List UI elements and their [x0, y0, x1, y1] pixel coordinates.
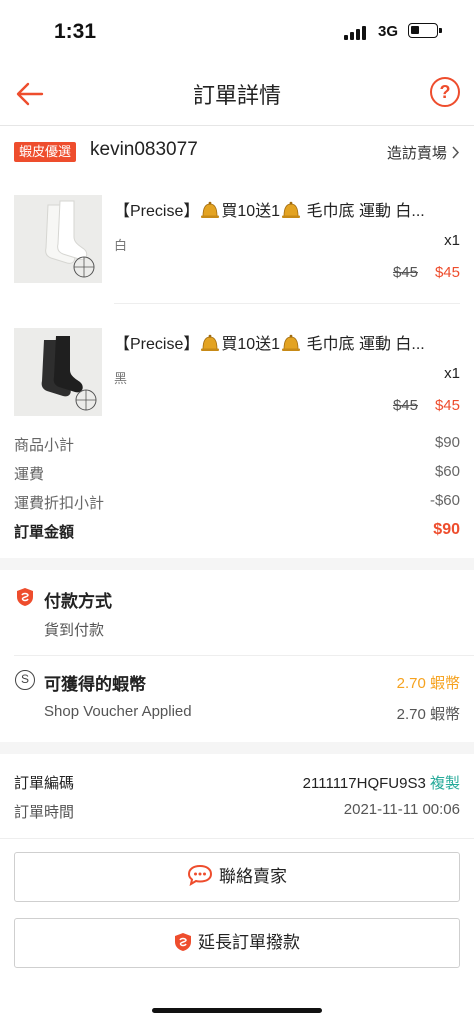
- total-value: $90: [433, 521, 460, 538]
- preferred-badge: 蝦皮優選: [14, 142, 77, 162]
- coins-title: 可獲得的蝦幣: [44, 675, 146, 694]
- bell-icon: [282, 201, 301, 218]
- contact-seller-button[interactable]: 聯絡賣家: [14, 852, 460, 902]
- bell-icon: [201, 201, 220, 218]
- product-variant: 白: [114, 238, 128, 253]
- payment-method: 貨到付款: [44, 622, 105, 639]
- shipping-row: 運費 $60: [0, 459, 474, 488]
- product-image: [14, 328, 102, 416]
- voucher-value: 2.70 蝦幣: [396, 706, 460, 723]
- subtotal-label: 商品小計: [14, 437, 75, 454]
- status-bar: 1:31 3G: [0, 0, 474, 62]
- divider: [114, 303, 460, 304]
- sale-price: $45: [434, 397, 460, 414]
- home-indicator[interactable]: [152, 1008, 322, 1013]
- order-id-row: 2111117HQFU9S3 複製: [303, 772, 460, 793]
- header: 訂單詳情 ?: [0, 62, 474, 126]
- coins-value: 2.70 蝦幣: [396, 675, 460, 692]
- product-variant: 黑: [114, 371, 128, 386]
- contact-seller-label: 聯絡賣家: [219, 867, 287, 886]
- product-title: 【Precise】 買10送1 毛巾底 運動 白...: [114, 334, 425, 353]
- section-gap: [0, 558, 474, 570]
- payment-title: 付款方式: [44, 592, 112, 611]
- shipping-value: $60: [434, 463, 460, 480]
- total-label: 訂單金額: [14, 524, 75, 541]
- extend-payout-button[interactable]: 延長訂單撥款: [14, 918, 460, 968]
- chevron-right-icon: [452, 146, 460, 159]
- shipping-discount-value: -$60: [429, 492, 460, 509]
- shipping-discount-label: 運費折扣小計: [14, 495, 105, 512]
- shopee-shield-icon: [17, 588, 33, 606]
- order-summary: 商品小計 $90 運費 $60 運費折扣小計 -$60 訂單金額 $90: [0, 430, 474, 546]
- shipping-discount-row: 運費折扣小計 -$60: [0, 488, 474, 517]
- order-time: 2021-11-11 00:06: [343, 801, 460, 818]
- original-price: $45: [392, 264, 418, 281]
- status-time: 1:31: [54, 20, 97, 43]
- visit-shop-label: 造訪賣場: [386, 145, 447, 162]
- product-quantity: x1: [444, 365, 460, 382]
- original-price: $45: [392, 397, 418, 414]
- subtotal-row: 商品小計 $90: [0, 430, 474, 459]
- coin-icon: S: [15, 670, 35, 690]
- bell-icon: [201, 334, 220, 351]
- page-title: 訂單詳情: [192, 83, 281, 108]
- shipping-label: 運費: [14, 466, 45, 483]
- voucher-label: Shop Voucher Applied: [44, 703, 192, 720]
- section-gap: [0, 742, 474, 754]
- subtotal-value: $90: [434, 434, 460, 451]
- signal-icon: [344, 26, 370, 40]
- sale-price: $45: [434, 264, 460, 281]
- order-id-label: 訂單編碼: [14, 775, 75, 792]
- order-id: 2111117HQFU9S3: [302, 775, 426, 792]
- help-icon[interactable]: ?: [430, 77, 460, 107]
- product-image: [14, 195, 102, 283]
- order-time-label: 訂單時間: [14, 804, 75, 821]
- product-item[interactable]: 【Precise】 買10送1 毛巾底 運動 白... 白 x1 $45 $45: [0, 195, 474, 315]
- extend-payout-label: 延長訂單撥款: [198, 933, 300, 952]
- shop-name: kevin083077: [90, 139, 198, 160]
- bell-icon: [282, 334, 301, 351]
- battery-icon: [408, 23, 442, 38]
- visit-shop-link[interactable]: 造訪賣場: [387, 142, 460, 163]
- divider: [0, 838, 474, 839]
- network-type: 3G: [378, 23, 399, 40]
- total-row: 訂單金額 $90: [0, 517, 474, 546]
- shopee-shield-icon: [175, 933, 191, 951]
- divider: [14, 655, 474, 656]
- product-title: 【Precise】 買10送1 毛巾底 運動 白...: [114, 201, 425, 220]
- copy-button[interactable]: 複製: [430, 775, 460, 792]
- shop-row: 蝦皮優選 kevin083077 造訪賣場: [0, 126, 474, 178]
- chat-icon: [187, 864, 213, 887]
- product-quantity: x1: [444, 232, 460, 249]
